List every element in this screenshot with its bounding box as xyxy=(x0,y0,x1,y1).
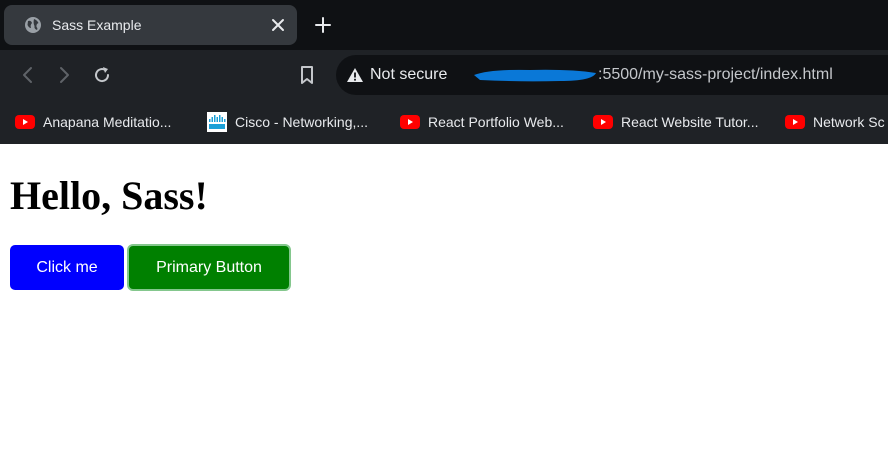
tab-title: Sass Example xyxy=(52,17,142,33)
bookmark-item[interactable]: React Portfolio Web... xyxy=(400,112,564,132)
globe-icon xyxy=(25,17,41,33)
bookmark-item[interactable]: Network Sc xyxy=(785,112,885,132)
bookmark-icon[interactable] xyxy=(297,64,317,86)
bookmark-item[interactable]: Anapana Meditatio... xyxy=(15,112,171,132)
click-me-button[interactable]: Click me xyxy=(10,245,124,290)
bookmark-item[interactable]: Cisco - Networking,... xyxy=(207,112,368,132)
youtube-icon xyxy=(15,115,35,129)
close-icon[interactable] xyxy=(271,18,285,32)
bookmark-item[interactable]: React Website Tutor... xyxy=(593,112,758,132)
back-arrow-icon[interactable] xyxy=(18,65,38,85)
forward-arrow-icon[interactable] xyxy=(54,65,74,85)
url-visible-part: :5500/my-sass-project/index.html xyxy=(598,66,833,83)
plus-icon[interactable] xyxy=(313,15,333,35)
bookmarks-bar: Anapana Meditatio... Cisco - Networking,… xyxy=(0,100,888,144)
address-bar[interactable]: Not secure :5500/my-sass-project/index.h… xyxy=(336,55,888,95)
page-heading: Hello, Sass! xyxy=(10,173,208,218)
tab-strip: Sass Example xyxy=(0,0,888,50)
reload-icon[interactable] xyxy=(92,65,112,85)
youtube-icon xyxy=(593,115,613,129)
warning-icon xyxy=(347,68,363,82)
page-content: Hello, Sass! Click me Primary Button xyxy=(0,144,888,471)
browser-toolbar: Not secure :5500/my-sass-project/index.h… xyxy=(0,50,888,100)
browser-tab[interactable]: Sass Example xyxy=(4,5,297,45)
youtube-icon xyxy=(785,115,805,129)
bookmark-label: Cisco - Networking,... xyxy=(235,114,369,130)
bookmark-label: React Portfolio Web... xyxy=(428,114,564,130)
cisco-icon xyxy=(207,112,227,132)
url-text: :5500/my-sass-project/index.html xyxy=(472,66,833,84)
bookmark-label: React Website Tutor... xyxy=(621,114,759,130)
primary-button[interactable]: Primary Button xyxy=(127,244,291,291)
bookmark-label: Anapana Meditatio... xyxy=(43,114,172,130)
bookmark-label: Network Sc xyxy=(813,114,885,130)
youtube-icon xyxy=(400,115,420,129)
security-label[interactable]: Not secure xyxy=(370,66,447,84)
